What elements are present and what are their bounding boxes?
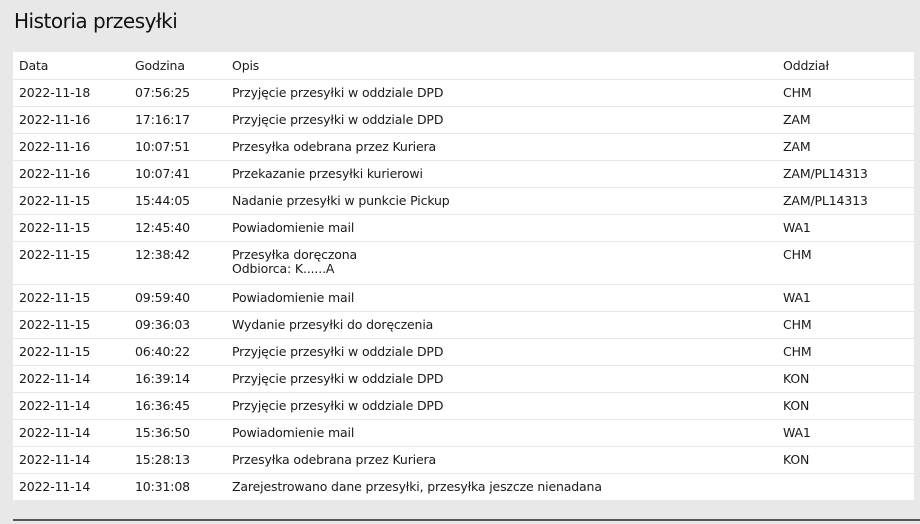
row-description: Powiadomienie mail xyxy=(226,284,777,312)
row-date: 2022-11-14 xyxy=(13,365,129,393)
row-date: 2022-11-14 xyxy=(13,446,129,474)
row-description: Przyjęcie przesyłki w oddziale DPD xyxy=(226,338,777,366)
row-description: Powiadomienie mail xyxy=(226,214,777,242)
row-branch: CHM xyxy=(777,311,914,339)
row-date: 2022-11-15 xyxy=(13,338,129,366)
row-description: Nadanie przesyłki w punkcie Pickup xyxy=(226,187,777,215)
row-description: Wydanie przesyłki do doręczenia xyxy=(226,311,777,339)
row-branch: CHM xyxy=(777,241,914,285)
row-time: 16:39:14 xyxy=(129,365,226,393)
row-branch: ZAM/PL14313 xyxy=(777,160,914,188)
row-time: 10:07:41 xyxy=(129,160,226,188)
table-body: 2022-11-18 07:56:25 Przyjęcie przesyłki … xyxy=(13,79,914,501)
row-date: 2022-11-15 xyxy=(13,241,129,285)
row-time: 07:56:25 xyxy=(129,79,226,107)
table-row: 2022-11-14 16:36:45 Przyjęcie przesyłki … xyxy=(13,392,914,420)
row-branch xyxy=(777,474,914,501)
row-recipient-line: Odbiorca: K......A xyxy=(232,261,335,276)
table-row: 2022-11-14 15:28:13 Przesyłka odebrana p… xyxy=(13,446,914,474)
table-row: 2022-11-16 10:07:51 Przesyłka odebrana p… xyxy=(13,133,914,161)
table-row: 2022-11-14 10:31:08 Zarejestrowano dane … xyxy=(13,474,914,501)
row-description: Przyjęcie przesyłki w oddziale DPD xyxy=(226,106,777,134)
row-date: 2022-11-15 xyxy=(13,311,129,339)
row-branch: ZAM/PL14313 xyxy=(777,187,914,215)
row-date: 2022-11-15 xyxy=(13,187,129,215)
row-branch: KON xyxy=(777,392,914,420)
row-time: 15:44:05 xyxy=(129,187,226,215)
table-row: 2022-11-15 15:44:05 Nadanie przesyłki w … xyxy=(13,187,914,215)
row-time: 10:07:51 xyxy=(129,133,226,161)
row-branch: CHM xyxy=(777,338,914,366)
column-header-description: Opis xyxy=(226,52,777,80)
row-branch: KON xyxy=(777,446,914,474)
row-description: Przyjęcie przesyłki w oddziale DPD xyxy=(226,365,777,393)
row-date: 2022-11-16 xyxy=(13,133,129,161)
row-branch: CHM xyxy=(777,79,914,107)
row-branch: WA1 xyxy=(777,214,914,242)
table-row: 2022-11-15 09:36:03 Wydanie przesyłki do… xyxy=(13,311,914,339)
row-branch: WA1 xyxy=(777,284,914,312)
row-date: 2022-11-15 xyxy=(13,284,129,312)
row-description: Przesyłka odebrana przez Kuriera xyxy=(226,446,777,474)
row-date: 2022-11-14 xyxy=(13,392,129,420)
row-time: 12:45:40 xyxy=(129,214,226,242)
row-time: 12:38:42 xyxy=(129,241,226,285)
table-row: 2022-11-15 09:59:40 Powiadomienie mail W… xyxy=(13,284,914,312)
shipment-history-table: Data Godzina Opis Oddział 2022-11-18 07:… xyxy=(13,52,914,500)
column-header-time: Godzina xyxy=(129,52,226,80)
row-branch: WA1 xyxy=(777,419,914,447)
row-date: 2022-11-18 xyxy=(13,79,129,107)
row-time: 06:40:22 xyxy=(129,338,226,366)
table-row: 2022-11-16 10:07:41 Przekazanie przesyłk… xyxy=(13,160,914,188)
column-header-date: Data xyxy=(13,52,129,80)
row-time: 16:36:45 xyxy=(129,392,226,420)
table-row: 2022-11-15 06:40:22 Przyjęcie przesyłki … xyxy=(13,338,914,366)
table-row: 2022-11-15 12:38:42 Przesyłka doręczona … xyxy=(13,241,914,285)
row-time: 17:16:17 xyxy=(129,106,226,134)
row-date: 2022-11-14 xyxy=(19,479,91,494)
row-date: 2022-11-14 xyxy=(13,419,129,447)
row-branch: KON xyxy=(777,365,914,393)
row-time: 09:59:40 xyxy=(129,284,226,312)
row-date: 2022-11-16 xyxy=(13,106,129,134)
page-title: Historia przesyłki xyxy=(14,9,178,33)
row-time: 15:36:50 xyxy=(129,419,226,447)
row-branch: ZAM xyxy=(777,133,914,161)
row-branch: ZAM xyxy=(777,106,914,134)
row-date: 2022-11-15 xyxy=(13,214,129,242)
table-row: 2022-11-14 15:36:50 Powiadomienie mail W… xyxy=(13,419,914,447)
row-description: Przekazanie przesyłki kurierowi xyxy=(226,160,777,188)
column-header-branch: Oddział xyxy=(777,52,914,80)
row-time: 15:28:13 xyxy=(129,446,226,474)
table-header-row: Data Godzina Opis Oddział xyxy=(13,52,914,80)
table-row: 2022-11-14 16:39:14 Przyjęcie przesyłki … xyxy=(13,365,914,393)
row-description: Zarejestrowano dane przesyłki, przesyłka… xyxy=(232,479,602,494)
row-description-line: Przesyłka doręczona xyxy=(232,247,358,262)
row-time: 09:36:03 xyxy=(129,311,226,339)
row-description: Przyjęcie przesyłki w oddziale DPD xyxy=(226,79,777,107)
table-row: 2022-11-16 17:16:17 Przyjęcie przesyłki … xyxy=(13,106,914,134)
row-time: 10:31:08 xyxy=(135,479,190,494)
row-description: Przyjęcie przesyłki w oddziale DPD xyxy=(226,392,777,420)
row-description: Powiadomienie mail xyxy=(226,419,777,447)
table-row: 2022-11-15 12:45:40 Powiadomienie mail W… xyxy=(13,214,914,242)
table-row: 2022-11-18 07:56:25 Przyjęcie przesyłki … xyxy=(13,79,914,107)
row-date: 2022-11-16 xyxy=(13,160,129,188)
bottom-divider xyxy=(13,519,920,521)
row-description: Przesyłka odebrana przez Kuriera xyxy=(226,133,777,161)
row-description: Przesyłka doręczona Odbiorca: K......A xyxy=(226,241,777,285)
